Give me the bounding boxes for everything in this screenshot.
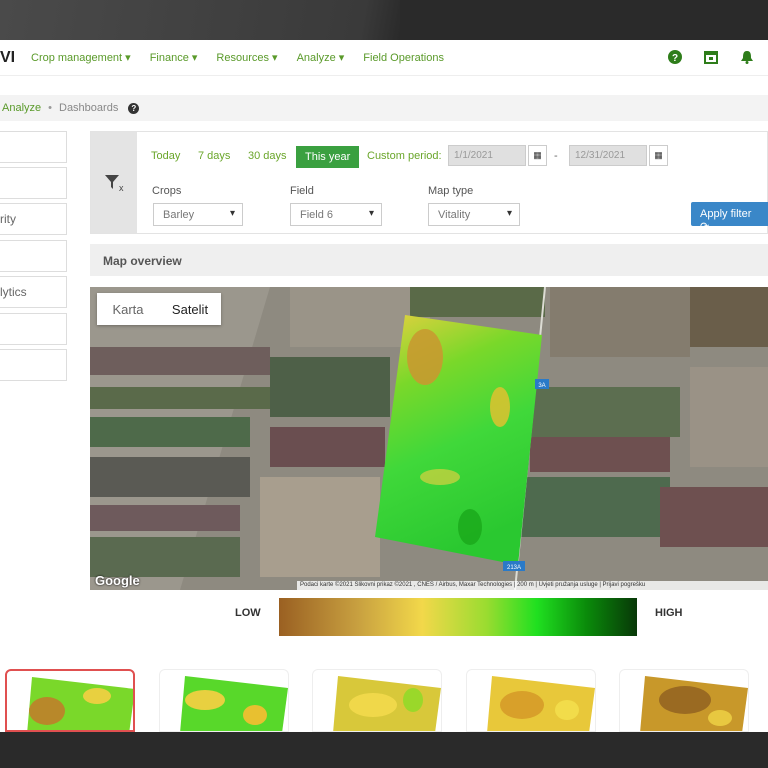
calendar-icon[interactable]: ▦ (649, 145, 668, 166)
sidebar-item[interactable] (0, 313, 67, 345)
crops-label: Crops (152, 185, 182, 197)
map-type-toggle: Karta Satelit (97, 293, 221, 325)
filter-panel: x Today 7 days 30 days This year Custom … (90, 131, 768, 234)
sidebar-item[interactable] (0, 349, 67, 381)
map-type-select[interactable]: Vitality (428, 203, 520, 226)
vitality-legend-bar (279, 598, 637, 636)
top-navigation: VI Crop management ▾ Finance ▾ Resources… (0, 40, 768, 76)
sidebar-item[interactable] (0, 167, 67, 199)
map-toggle-satelit[interactable]: Satelit (159, 293, 221, 325)
road-label: 213A (507, 565, 521, 571)
date-from-input[interactable]: 1/1/2021 (448, 145, 526, 166)
date-separator: - (554, 150, 558, 162)
date-to-input[interactable]: 12/31/2021 (569, 145, 647, 166)
brand-logo: VI (0, 48, 16, 66)
nav-field-operations[interactable]: Field Operations (363, 52, 444, 64)
breadcrumb-separator: • (48, 102, 52, 114)
map-attribution: Podaci karte ©2021 Slikovni prikaz ©2021… (297, 581, 768, 590)
breadcrumb: Analyze • Dashboards ? (0, 95, 768, 121)
satellite-imagery: 3A 213A (90, 287, 768, 590)
calendar-icon[interactable]: ▦ (528, 145, 547, 166)
nav-resources[interactable]: Resources ▾ (216, 51, 277, 64)
field-thumbnail-selected[interactable] (5, 669, 135, 732)
google-logo: Google (95, 573, 140, 588)
field-label: Field (290, 185, 314, 197)
sidebar-item[interactable]: lytics (0, 276, 67, 308)
field-thumbnail[interactable] (619, 669, 749, 732)
clear-filter-icon[interactable]: x (91, 132, 137, 233)
apply-filter-button[interactable]: Apply filter ⟳ (691, 202, 768, 233)
breadcrumb-dashboards: Dashboards (59, 102, 119, 114)
legend-low-label: LOW (235, 607, 261, 619)
road-label: 3A (538, 383, 545, 389)
nav-analyze[interactable]: Analyze ▾ (297, 51, 345, 64)
period-7-days[interactable]: 7 days (198, 150, 230, 162)
monitor-bezel-top (0, 0, 768, 40)
map-overview-header: Map overview (90, 244, 768, 276)
sidebar-item[interactable] (0, 240, 67, 272)
map-type-label: Map type (428, 185, 474, 197)
svg-text:?: ? (672, 53, 678, 64)
nav-crop-management[interactable]: Crop management ▾ (31, 51, 131, 64)
calendar-icon[interactable] (702, 50, 720, 67)
satellite-map[interactable]: 3A 213A Karta Satelit Google Podaci kart… (90, 287, 768, 590)
bell-icon[interactable] (738, 50, 756, 67)
period-30-days[interactable]: 30 days (248, 150, 287, 162)
sidebar-item[interactable]: rity (0, 203, 67, 235)
field-thumbnail[interactable] (466, 669, 596, 732)
map-toggle-karta[interactable]: Karta (97, 293, 159, 325)
crops-select[interactable]: Barley (153, 203, 243, 226)
field-thumbnail[interactable] (312, 669, 442, 732)
apply-filter-label: Apply filter (700, 208, 752, 220)
custom-period-label: Custom period: (367, 150, 442, 162)
monitor-bezel-bottom (0, 732, 768, 768)
refresh-icon: ⟳ (700, 221, 710, 233)
info-icon[interactable]: ? (128, 102, 140, 114)
legend-high-label: HIGH (655, 607, 683, 619)
nav-finance[interactable]: Finance ▾ (150, 51, 198, 64)
field-select[interactable]: Field 6 (290, 203, 382, 226)
field-thumbnail[interactable] (159, 669, 289, 732)
help-icon[interactable]: ? (666, 50, 684, 67)
period-this-year[interactable]: This year (296, 146, 360, 168)
sidebar-item[interactable] (0, 131, 67, 163)
period-today[interactable]: Today (151, 150, 180, 162)
nav-icons: ? (666, 50, 756, 67)
svg-text:x: x (119, 183, 124, 192)
breadcrumb-analyze[interactable]: Analyze (2, 102, 41, 114)
